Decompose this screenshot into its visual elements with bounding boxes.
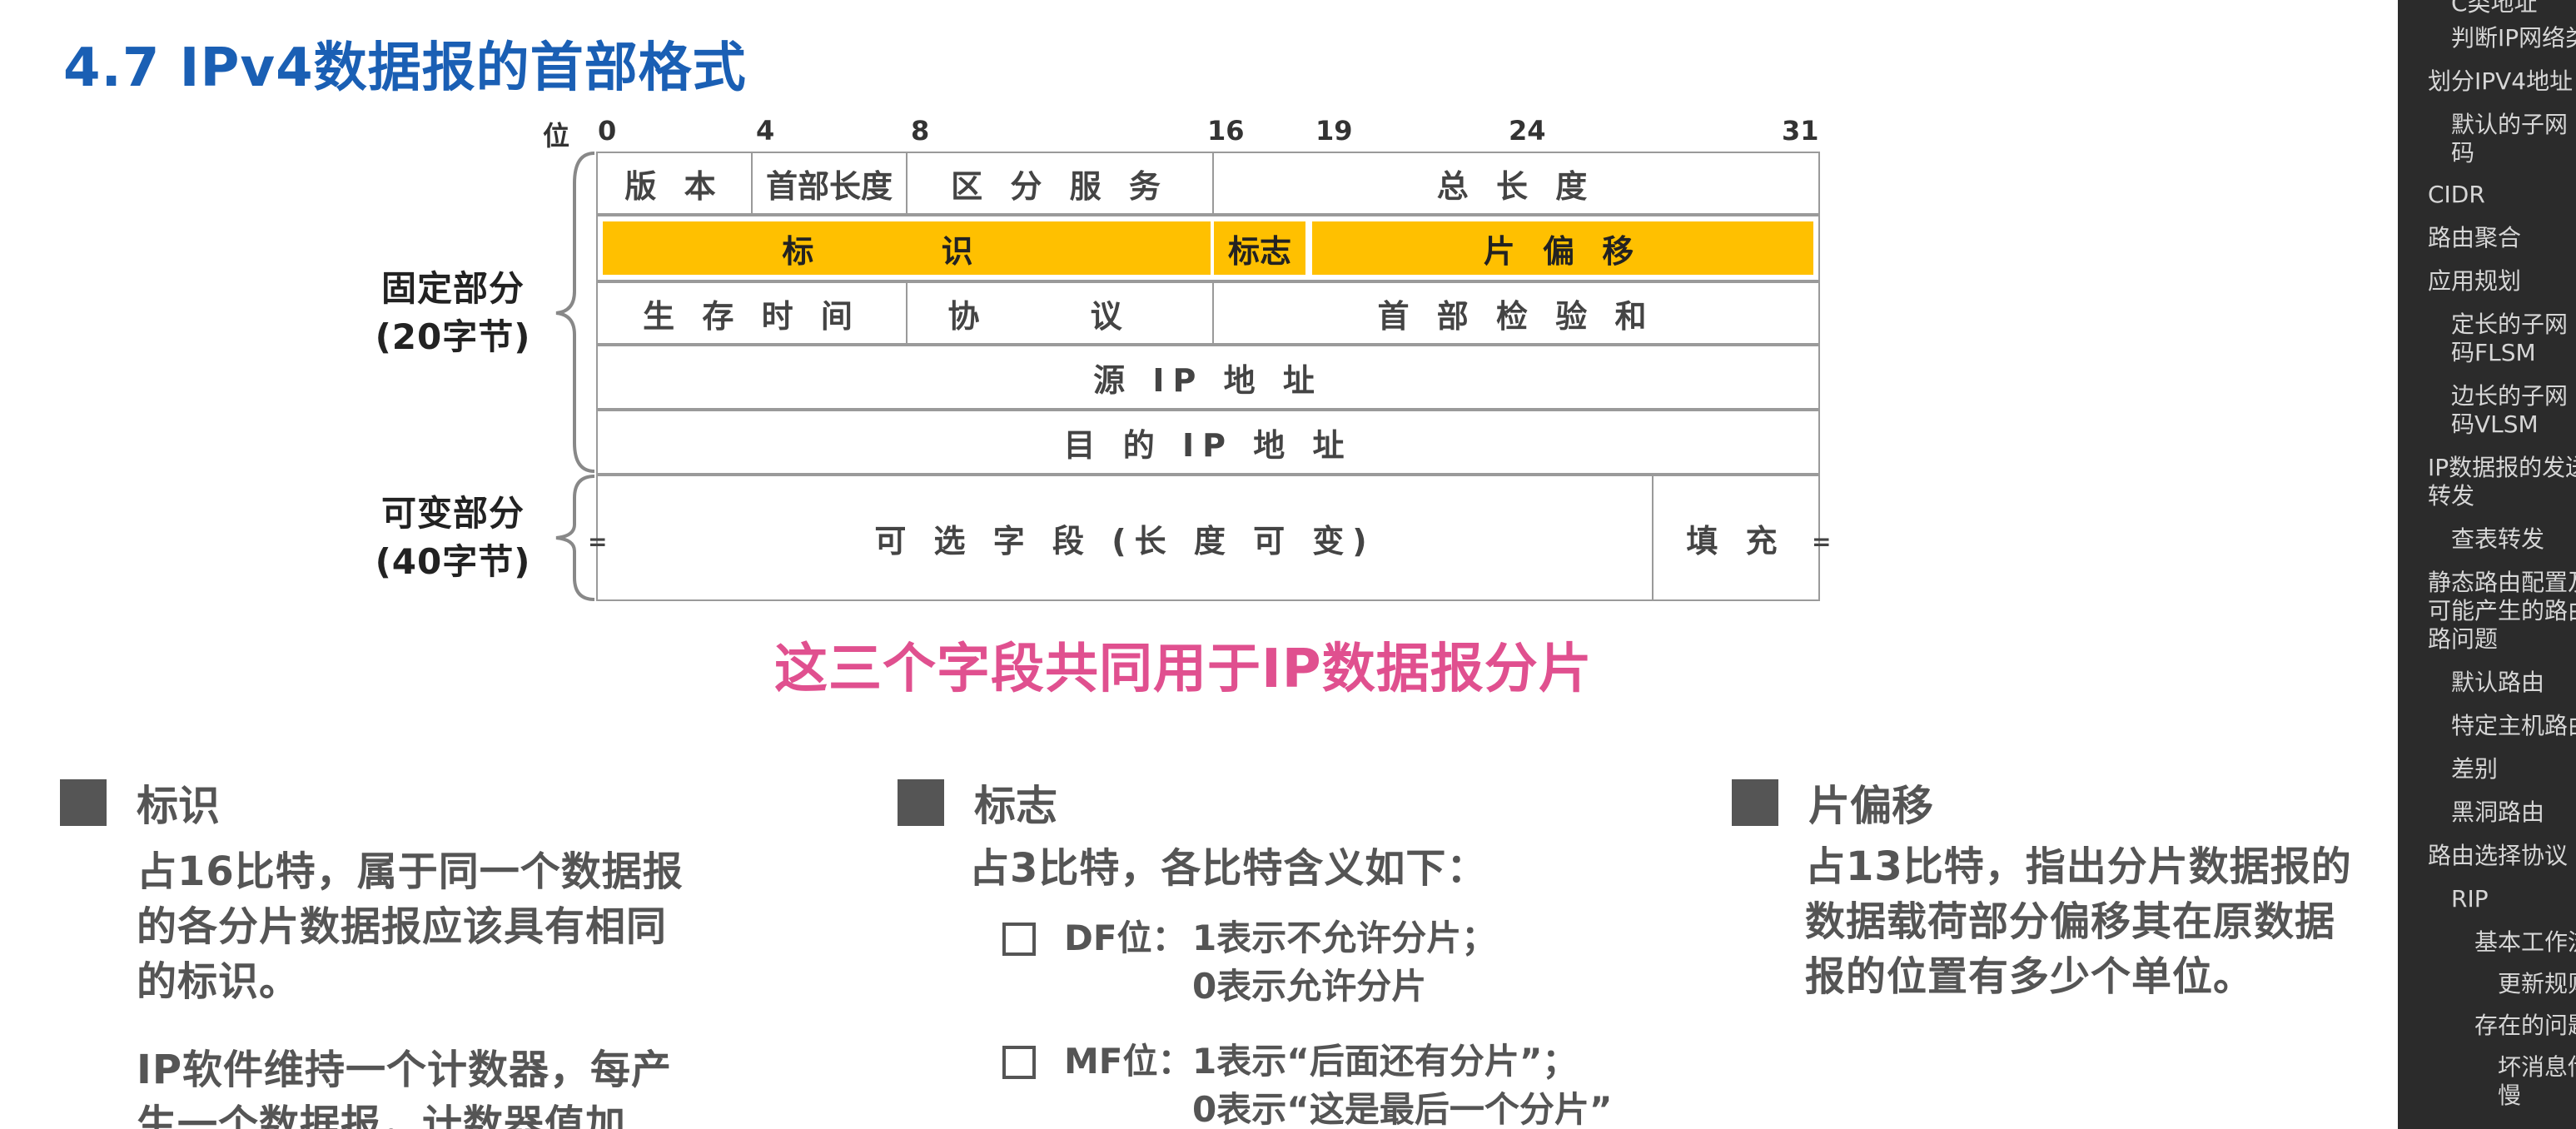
bullet-square-icon xyxy=(898,779,944,826)
bit-tick: 8 xyxy=(911,115,930,147)
bit-tick: 16 xyxy=(1207,115,1245,147)
toc-item[interactable]: RIP xyxy=(2451,884,2489,914)
toc-item[interactable]: 特定主机路由 xyxy=(2451,711,2576,741)
toc-item[interactable]: 存在的问题 xyxy=(2474,1011,2576,1041)
flags-heading-text: 标志 xyxy=(974,782,1057,830)
mf-bit-line2: 0表示“这是最后一个分片” xyxy=(1192,1089,1613,1129)
header-row-5: 目 的 IP 地 址 xyxy=(596,410,1820,475)
checkbox-icon xyxy=(1002,923,1036,956)
toc-item[interactable]: 路问题 xyxy=(2428,624,2498,654)
bit-tick: 31 xyxy=(1782,115,1819,147)
toc-item[interactable]: 黑洞路由 xyxy=(2451,798,2544,828)
toc-item[interactable]: 码 xyxy=(2451,138,2474,168)
lecture-slide: 4.7 IPv4数据报的首部格式 位 0 4 8 16 19 24 31 版 本… xyxy=(0,0,2398,1129)
toc-item[interactable]: CIDR xyxy=(2428,180,2485,210)
toc-item[interactable]: 码FLSM xyxy=(2451,338,2536,368)
toc-item[interactable]: 路由聚合 xyxy=(2428,223,2521,253)
fragment-offset-heading-text: 片偏移 xyxy=(1808,782,1933,830)
header-row-1: 版 本 首部长度 区 分 服 务 总 长 度 xyxy=(596,152,1820,215)
variable-part-brace xyxy=(555,475,595,601)
bit-axis-label: 位 xyxy=(543,120,570,152)
bullet-square-icon xyxy=(60,779,107,826)
text-line: 的标识。 xyxy=(137,958,301,1005)
text-line: 占16比特，属于同一个数据报 xyxy=(137,848,684,895)
identification-counter-desc: IP软件维持一个计数器，每产 生一个数据报，计数器值加 xyxy=(137,1042,672,1129)
mf-bit-name: MF位： xyxy=(1064,1041,1193,1082)
identification-heading-text: 标识 xyxy=(137,782,220,830)
toc-item[interactable]: 基本工作流 xyxy=(2474,928,2576,957)
toc-item[interactable]: 默认路由 xyxy=(2451,668,2544,698)
identification-heading: 标识 xyxy=(60,773,220,833)
fragment-offset-field: 片 偏 移 xyxy=(1312,221,1813,275)
variable-part-name: 可变部分 xyxy=(380,493,525,534)
variable-part-label: 可变部分 (40字节) xyxy=(370,490,536,586)
text-line: 生一个数据报，计数器值加 xyxy=(137,1102,627,1129)
mf-bit-line1: 1表示“后面还有分片”； xyxy=(1192,1041,1578,1082)
header-checksum-field: 首 部 检 验 和 xyxy=(1377,297,1655,335)
bit-tick: 24 xyxy=(1509,115,1546,147)
text-line: 数据载荷部分偏移其在原数据 xyxy=(1805,898,2336,945)
fixed-part-brace xyxy=(555,152,595,473)
bullet-square-icon xyxy=(1732,779,1778,826)
toc-item[interactable]: 静态路由配置及 xyxy=(2428,568,2576,598)
bit-tick: 0 xyxy=(598,115,617,147)
identification-field: 标 识 xyxy=(603,221,1214,275)
flags-intro: 占3比特，各比特含义如下： xyxy=(969,845,1488,892)
toc-item[interactable]: 更新规则 xyxy=(2498,969,2576,999)
df-bit-name: DF位： xyxy=(1064,918,1187,958)
ttl-field: 生 存 时 间 xyxy=(598,283,908,343)
toc-item[interactable]: 码VLSM xyxy=(2451,410,2539,440)
dscp-field: 区 分 服 务 xyxy=(908,153,1214,213)
text-line: 报的位置有多少个单位。 xyxy=(1805,953,2255,1000)
break-mark-right: = xyxy=(1812,528,1832,555)
header-row-4: 源 IP 地 址 xyxy=(596,345,1820,410)
fragment-offset-desc: 占13比特，指出分片数据报的 数据载荷部分偏移其在原数据 报的位置有多少个单位。 xyxy=(1805,839,2352,1004)
version-field: 版 本 xyxy=(598,153,753,213)
fragment-offset-heading: 片偏移 xyxy=(1732,773,1933,833)
text-line: 占13比特，指出分片数据报的 xyxy=(1805,843,2352,890)
slide-title: 4.7 IPv4数据报的首部格式 xyxy=(63,37,747,99)
toc-item[interactable]: 默认的子网 xyxy=(2451,110,2568,140)
destination-ip-field: 目 的 IP 地 址 xyxy=(1063,426,1353,464)
df-bit-line1: 1表示不允许分片； xyxy=(1192,918,1497,958)
checkbox-icon xyxy=(1002,1046,1036,1079)
df-bit-line2: 0表示允许分片 xyxy=(1192,966,1427,1007)
source-ip-field: 源 IP 地 址 xyxy=(1093,361,1323,399)
header-length-field: 首部长度 xyxy=(753,153,908,213)
toc-item[interactable]: 路由选择协议 xyxy=(2428,841,2568,871)
toc-item[interactable]: 判断IP网络类 xyxy=(2451,23,2576,53)
fixed-part-label: 固定部分 (20字节) xyxy=(370,265,536,361)
fragmentation-note: 这三个字段共同用于IP数据报分片 xyxy=(774,639,1593,700)
toc-item[interactable]: C类地址 xyxy=(2451,0,2538,18)
toc-item[interactable]: 应用规划 xyxy=(2428,266,2521,296)
toc-item[interactable]: 坏消息传 xyxy=(2498,1052,2576,1082)
padding-field: 填 充 xyxy=(1686,522,1786,560)
fixed-part-size: (20字节) xyxy=(375,316,531,357)
flags-field: 标志 xyxy=(1214,221,1309,275)
header-row-2: 标 识 标志 片 偏 移 xyxy=(596,215,1820,281)
toc-item[interactable]: 转发 xyxy=(2428,481,2474,511)
identification-desc: 占16比特，属于同一个数据报 的各分片数据报应该具有相同 的标识。 xyxy=(137,844,684,1009)
variable-part-size: (40字节) xyxy=(375,541,531,582)
header-row-options: 可 选 字 段 (长 度 可 变) 填 充 xyxy=(596,475,1820,601)
protocol-field: 协 议 xyxy=(908,283,1214,343)
toc-item[interactable]: IP数据报的发送 xyxy=(2428,453,2576,483)
text-line: 的各分片数据报应该具有相同 xyxy=(137,903,668,950)
toc-item[interactable]: 慢 xyxy=(2498,1081,2521,1111)
toc-item[interactable]: 查表转发 xyxy=(2451,525,2544,555)
toc-item[interactable]: 边长的子网 xyxy=(2451,381,2568,411)
text-line: IP软件维持一个计数器，每产 xyxy=(137,1047,673,1093)
header-row-3: 生 存 时 间 协 议 首 部 检 验 和 xyxy=(596,281,1820,345)
options-field: 可 选 字 段 (长 度 可 变) xyxy=(598,476,1654,599)
fixed-part-name: 固定部分 xyxy=(380,268,525,309)
toc-item[interactable]: 划分IPV4地址 xyxy=(2428,67,2573,97)
toc-item[interactable]: 差别 xyxy=(2451,754,2498,784)
bit-tick: 19 xyxy=(1315,115,1353,147)
toc-item[interactable]: 定长的子网 xyxy=(2451,310,2568,340)
total-length-field: 总 长 度 xyxy=(1436,167,1596,205)
toc-sidebar[interactable]: C类地址 判断IP网络类 划分IPV4地址 默认的子网 码 CIDR 路由聚合 … xyxy=(2398,0,2576,1129)
toc-item[interactable]: 可能产生的路由 xyxy=(2428,596,2576,626)
bit-tick: 4 xyxy=(756,115,775,147)
flags-heading: 标志 xyxy=(898,773,1057,833)
